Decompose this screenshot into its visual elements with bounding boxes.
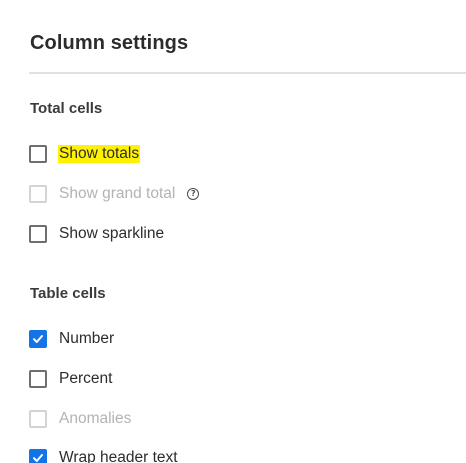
- title-divider: [29, 72, 466, 74]
- help-circle-icon[interactable]: ?: [187, 188, 200, 200]
- number-label[interactable]: Number: [59, 330, 114, 348]
- checkmark-icon: [33, 454, 43, 462]
- show-sparkline-checkbox[interactable]: [29, 225, 47, 243]
- percent-checkbox[interactable]: [29, 370, 47, 388]
- checkbox-row-show-grand-total: Show grand total ?: [29, 183, 200, 205]
- percent-label[interactable]: Percent: [59, 370, 112, 388]
- panel-title: Column settings: [30, 32, 189, 54]
- wrap-header-text-label[interactable]: Wrap header text: [59, 449, 178, 463]
- checkbox-row-anomalies: Anomalies: [29, 408, 131, 430]
- section-heading-total-cells: Total cells: [30, 100, 103, 117]
- number-checkbox[interactable]: [29, 330, 47, 348]
- column-settings-panel: Column settings Total cells Show totals …: [0, 0, 466, 463]
- checkbox-row-percent[interactable]: Percent: [29, 368, 112, 390]
- checkmark-icon: [33, 335, 43, 343]
- checkbox-row-number[interactable]: Number: [29, 328, 114, 350]
- anomalies-label: Anomalies: [59, 410, 132, 427]
- show-sparkline-label[interactable]: Show sparkline: [59, 225, 164, 243]
- checkbox-row-show-totals[interactable]: Show totals: [29, 143, 141, 165]
- show-grand-total-label: Show grand total: [59, 185, 176, 202]
- section-heading-table-cells: Table cells: [30, 285, 106, 302]
- show-totals-label[interactable]: Show totals: [58, 145, 141, 163]
- checkbox-row-show-sparkline[interactable]: Show sparkline: [29, 223, 164, 245]
- show-grand-total-checkbox: [29, 185, 47, 203]
- show-totals-checkbox[interactable]: [29, 145, 47, 163]
- anomalies-checkbox: [29, 410, 47, 428]
- wrap-header-text-checkbox[interactable]: [29, 449, 47, 463]
- checkbox-row-wrap-header-text[interactable]: Wrap header text: [29, 447, 178, 463]
